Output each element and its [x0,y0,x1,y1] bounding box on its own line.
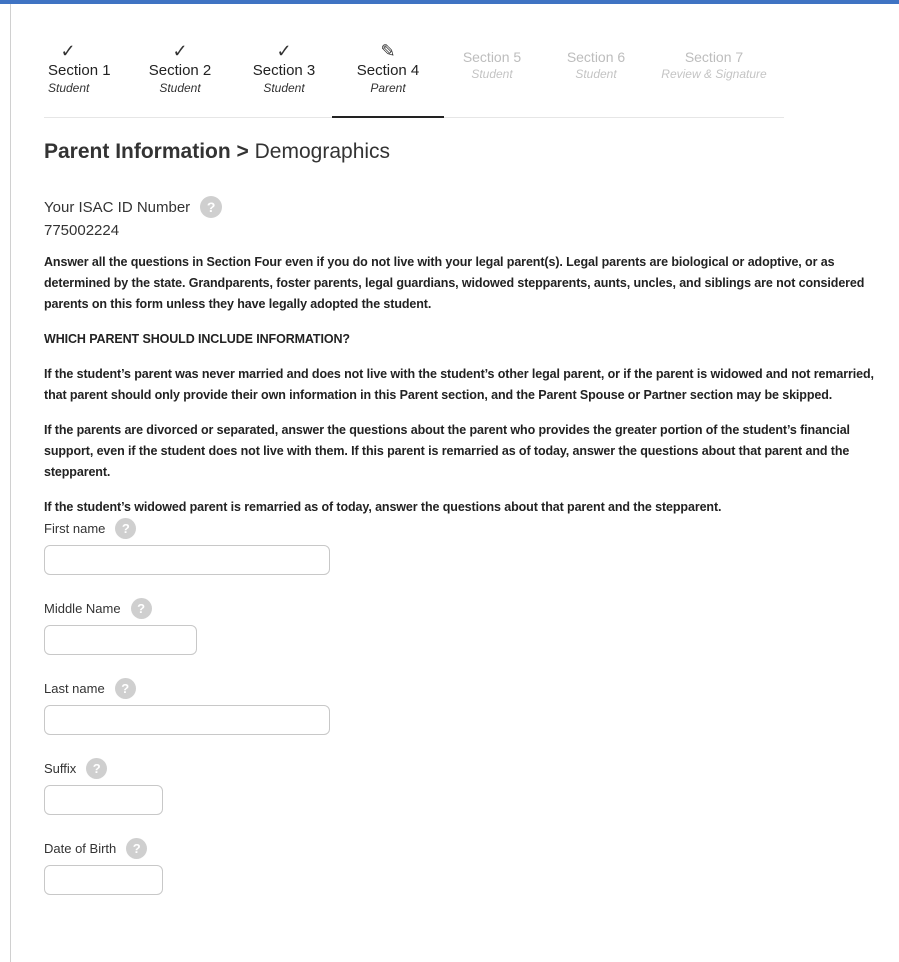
help-icon[interactable]: ? [200,196,223,218]
main-content: ✓ Section 1 Student ✓ Section 2 Student … [44,40,889,895]
checkmark-icon: ✓ [276,41,292,61]
never-married-paragraph: If the student’s parent was never marrie… [44,367,874,402]
last-name-label: Last name [44,681,105,696]
widowed-paragraph: If the student’s widowed parent is remar… [44,500,722,514]
pencil-icon: ✎ [380,41,396,61]
step-subtitle: Parent [370,81,406,95]
first-name-label-row: First name ? [44,518,889,539]
step-title: Section 4 [356,62,420,79]
step-title: Section 1 [48,62,111,79]
checkmark-icon: ✓ [172,41,188,61]
step-subtitle: Student [471,67,513,81]
isac-id-label: Your ISAC ID Number [44,198,191,216]
help-icon[interactable]: ? [115,518,137,539]
help-icon[interactable]: ? [126,838,148,859]
step-section-2[interactable]: ✓ Section 2 Student [128,40,232,117]
middle-name-label: Middle Name [44,601,121,616]
step-title: Section 5 [462,49,522,65]
middle-name-group: Middle Name ? [44,598,889,655]
instructions-paragraph: Answer all the questions in Section Four… [44,255,865,311]
step-subtitle: Review & Signature [661,67,767,81]
page-title-section: Demographics [254,140,391,163]
last-name-input[interactable] [44,705,330,735]
suffix-input[interactable] [44,785,163,815]
last-name-group: Last name ? [44,678,889,735]
suffix-group: Suffix ? [44,758,889,815]
left-divider [10,4,11,962]
help-icon[interactable]: ? [114,678,136,699]
top-accent-bar [0,0,899,4]
dob-group: Date of Birth ? [44,838,889,895]
which-parent-heading: WHICH PARENT SHOULD INCLUDE INFORMATION? [44,332,350,346]
step-subtitle: Student [48,81,90,95]
breadcrumb-separator: > [236,140,249,163]
step-title: Section 3 [252,62,316,79]
step-section-6[interactable]: Section 6 Student [544,40,648,117]
suffix-label: Suffix [44,761,77,776]
isac-id-label-row: Your ISAC ID Number ? [44,196,889,218]
page-title: Parent Information > Demographics [44,140,889,164]
step-section-5[interactable]: Section 5 Student [440,40,544,117]
middle-name-label-row: Middle Name ? [44,598,889,619]
step-subtitle: Student [263,81,305,95]
middle-name-input[interactable] [44,625,197,655]
first-name-group: First name ? [44,518,889,575]
suffix-label-row: Suffix ? [44,758,889,779]
section-stepper: ✓ Section 1 Student ✓ Section 2 Student … [44,40,784,118]
step-subtitle: Student [159,81,201,95]
step-title: Section 7 [684,49,744,65]
help-icon[interactable]: ? [86,758,108,779]
step-section-1[interactable]: ✓ Section 1 Student [44,40,128,117]
step-title: Section 6 [566,49,626,65]
dob-input[interactable] [44,865,163,895]
step-title: Section 2 [148,62,212,79]
first-name-input[interactable] [44,545,330,575]
first-name-label: First name [44,521,106,536]
last-name-label-row: Last name ? [44,678,889,699]
step-section-7[interactable]: Section 7 Review & Signature [648,40,780,117]
dob-label-row: Date of Birth ? [44,838,889,859]
checkmark-icon: ✓ [60,41,76,61]
help-icon[interactable]: ? [130,598,152,619]
step-subtitle: Student [575,67,617,81]
page-title-strong: Parent Information [44,140,231,163]
step-section-4[interactable]: ✎ Section 4 Parent [332,40,444,118]
step-section-3[interactable]: ✓ Section 3 Student [232,40,336,117]
isac-id-value: 775002224 [44,222,120,239]
dob-label: Date of Birth [44,841,117,856]
divorced-paragraph: If the parents are divorced or separated… [44,423,850,479]
